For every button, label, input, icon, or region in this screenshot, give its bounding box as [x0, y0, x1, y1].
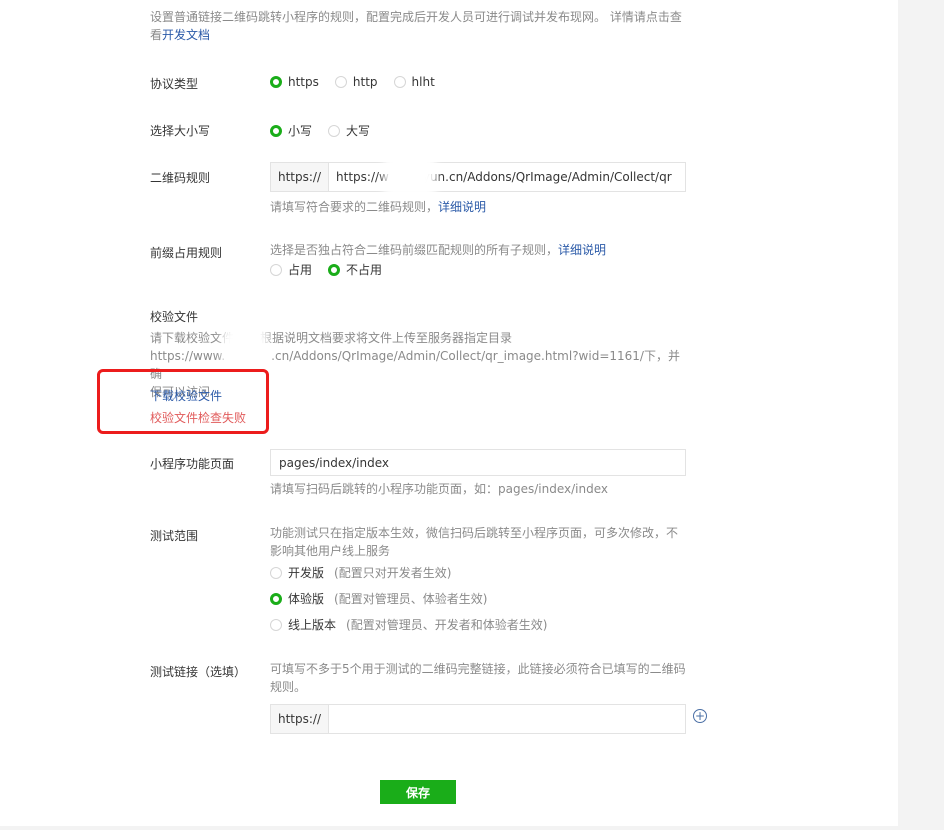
- qr-rule-input[interactable]: https://w yun.cn/Addons/QrImage/Admin/Col…: [329, 163, 685, 191]
- radio-online-version-label[interactable]: 线上版本: [288, 616, 336, 633]
- radio-trial-version-label[interactable]: 体验版: [288, 590, 324, 607]
- test-scope-desc: 功能测试只在指定版本生效，微信扫码后跳转至小程序页面，可多次修改，不 影响其他用…: [270, 524, 690, 560]
- radio-not-occupy-label[interactable]: 不占用: [346, 261, 382, 278]
- save-button[interactable]: 保存: [380, 780, 456, 804]
- test-scope-desc-1: 功能测试只在指定版本生效，微信扫码后跳转至小程序页面，可多次修改，不: [270, 526, 679, 540]
- test-scope-desc-2: 影响其他用户线上服务: [270, 544, 391, 558]
- test-link-prefix: https://: [271, 705, 330, 733]
- test-link-label: 测试链接（选填）: [150, 665, 247, 679]
- radio-uppercase[interactable]: [328, 124, 341, 137]
- qr-rule-detail-link[interactable]: 详细说明: [438, 200, 486, 214]
- intro-line1: 设置普通链接二维码跳转小程序的规则，配置完成后开发人员可进行调试并发布现网。 详…: [150, 10, 682, 24]
- radio-http[interactable]: [334, 76, 347, 88]
- verify-desc-1a: 请下载校验文件: [150, 331, 235, 345]
- redaction-blur: [228, 334, 262, 362]
- qr-rule-input-group: https:// https://w yun.cn/Addons/QrImage/…: [270, 162, 686, 192]
- qr-rule-label: 二维码规则: [150, 171, 211, 185]
- settings-panel: 设置普通链接二维码跳转小程序的规则，配置完成后开发人员可进行调试并发布现网。 详…: [0, 0, 898, 826]
- radio-dev-version-note: (配置只对开发者生效): [334, 566, 452, 580]
- test-link-desc-2: 规则。: [270, 680, 307, 694]
- test-link-input[interactable]: [329, 705, 685, 733]
- radio-trial-version-note: (配置对管理员、体验者生效): [334, 592, 488, 606]
- prefix-rule-desc-text: 选择是否独占符合二维码前缀匹配规则的所有子规则，: [270, 243, 559, 257]
- radio-trial-version[interactable]: [270, 592, 282, 605]
- test-link-desc-1: 可填写不多于5个用于测试的二维码完整链接，此链接必须符合已填写的二维码: [270, 662, 686, 676]
- protocol-radio-group: https http hlht: [270, 75, 451, 89]
- radio-dev-version-label[interactable]: 开发版: [288, 564, 324, 581]
- radio-not-occupy[interactable]: [328, 263, 341, 276]
- prefix-rule-label: 前缀占用规则: [150, 246, 223, 260]
- qr-rule-hint: 请填写符合要求的二维码规则，详细说明: [270, 198, 486, 216]
- radio-online-version[interactable]: [270, 618, 282, 631]
- page-input[interactable]: pages/index/index: [270, 449, 686, 476]
- verify-label: 校验文件: [150, 310, 199, 324]
- intro-text: 设置普通链接二维码跳转小程序的规则，配置完成后开发人员可进行调试并发布现网。 详…: [150, 8, 700, 44]
- test-link-input-group: https://: [270, 704, 686, 734]
- prefix-rule-radio-group: 占用 不占用: [270, 261, 398, 278]
- page-hint: 请填写扫码后跳转的小程序功能页面，如：pages/index/index: [270, 482, 608, 496]
- verify-desc-1b: 根据说明文档要求将文件上传至服务器指定目录: [260, 331, 513, 345]
- qr-rule-value-end: yun.cn/Addons/QrImage/Admin/Collect/qr: [422, 170, 672, 184]
- qr-rule-value-start: https://w: [336, 170, 389, 184]
- scope-option-trial[interactable]: 体验版 (配置对管理员、体验者生效): [270, 590, 487, 607]
- page-label: 小程序功能页面: [150, 457, 235, 471]
- prefix-rule-desc: 选择是否独占符合二维码前缀匹配规则的所有子规则，详细说明: [270, 241, 606, 259]
- radio-lowercase-label[interactable]: 小写: [288, 122, 312, 139]
- annotation-highlight-box: [97, 369, 269, 434]
- radio-dev-version[interactable]: [270, 566, 282, 579]
- test-link-desc: 可填写不多于5个用于测试的二维码完整链接，此链接必须符合已填写的二维码 规则。: [270, 660, 690, 696]
- radio-online-version-note: (配置对管理员、开发者和体验者生效): [346, 618, 548, 632]
- radio-hlht-label[interactable]: hlht: [412, 75, 435, 89]
- add-link-plus-icon[interactable]: +: [693, 709, 707, 723]
- case-radio-group: 小写 大写: [270, 122, 386, 139]
- dev-doc-link[interactable]: 开发文档: [162, 28, 210, 42]
- radio-lowercase[interactable]: [270, 124, 282, 137]
- scope-option-online[interactable]: 线上版本 (配置对管理员、开发者和体验者生效): [270, 616, 547, 633]
- verify-desc-2a: https://www.: [150, 349, 226, 363]
- radio-https-label[interactable]: https: [288, 75, 319, 89]
- radio-http-label[interactable]: http: [353, 75, 378, 89]
- protocol-label: 协议类型: [150, 77, 199, 91]
- radio-hlht[interactable]: [393, 76, 406, 88]
- test-scope-label: 测试范围: [150, 529, 199, 543]
- scope-option-dev[interactable]: 开发版 (配置只对开发者生效): [270, 564, 451, 581]
- radio-https[interactable]: [270, 76, 282, 88]
- qr-rule-prefix: https://: [271, 163, 330, 191]
- radio-occupy-label[interactable]: 占用: [288, 261, 312, 278]
- redaction-blur: [390, 160, 430, 192]
- intro-line2: 看: [150, 28, 163, 42]
- radio-uppercase-label[interactable]: 大写: [346, 122, 370, 139]
- radio-occupy[interactable]: [270, 263, 282, 276]
- case-label: 选择大小写: [150, 124, 211, 138]
- prefix-rule-detail-link[interactable]: 详细说明: [558, 243, 606, 257]
- qr-rule-hint-text: 请填写符合要求的二维码规则，: [270, 200, 439, 214]
